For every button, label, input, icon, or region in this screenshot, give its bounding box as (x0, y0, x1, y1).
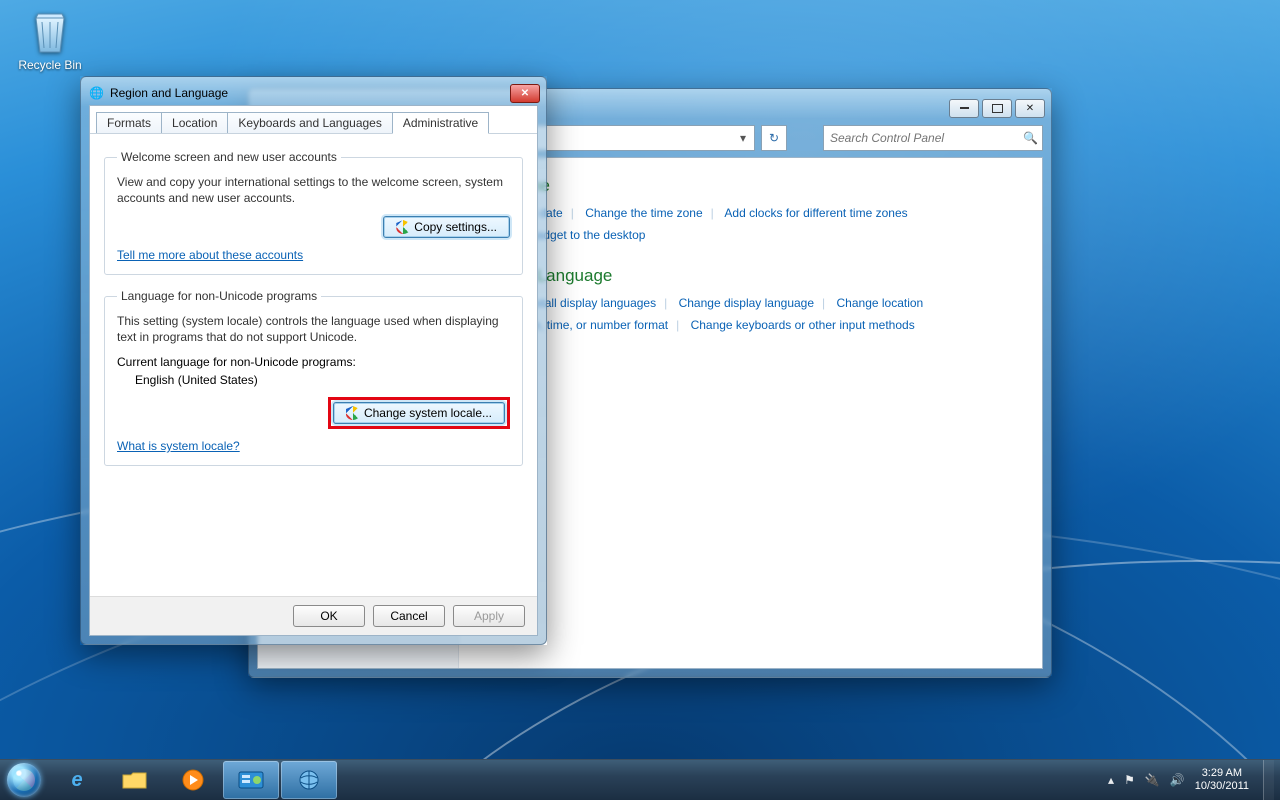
dialog-button-row: OK Cancel Apply (90, 596, 537, 635)
group-description: View and copy your international setting… (117, 174, 510, 206)
dialog-titlebar[interactable]: 🌐 Region and Language (81, 77, 546, 105)
dialog-title: Region and Language (110, 86, 228, 100)
desktop-icon-label: Recycle Bin (12, 58, 88, 72)
tab-panel-administrative: Welcome screen and new user accounts Vie… (90, 134, 537, 596)
category-title: and Time (480, 176, 1020, 196)
desktop: Recycle Bin ✕ , and Region ▾ ↻ (0, 0, 1280, 800)
clock-time: 3:29 AM (1195, 767, 1249, 780)
power-icon[interactable]: 🔌 (1145, 773, 1160, 787)
uac-shield-icon (346, 406, 360, 420)
tab-formats[interactable]: Formats (96, 112, 162, 133)
link-change-display-language[interactable]: Change display language (679, 296, 814, 310)
link-what-is-system-locale[interactable]: What is system locale? (117, 439, 240, 453)
dialog-region-language: 🌐 Region and Language Formats Location K… (80, 76, 547, 645)
search-box[interactable]: 🔍 (823, 125, 1043, 151)
refresh-button[interactable]: ↻ (761, 125, 787, 151)
link-add-clocks[interactable]: Add clocks for different time zones (724, 206, 907, 220)
close-button[interactable]: ✕ (1015, 99, 1045, 118)
ok-button[interactable]: OK (293, 605, 365, 627)
volume-icon[interactable]: 🔊 (1170, 773, 1185, 787)
close-button[interactable] (510, 84, 540, 103)
taskbar: e ▴ ⚑ 🔌 🔊 3:29 A (0, 759, 1280, 800)
ie-icon: e (62, 768, 92, 792)
cancel-button[interactable]: Cancel (373, 605, 445, 627)
link-tell-me-more[interactable]: Tell me more about these accounts (117, 248, 303, 262)
current-locale-value: English (United States) (135, 373, 510, 387)
show-desktop-button[interactable] (1263, 760, 1274, 800)
taskbar-control-panel[interactable] (223, 761, 279, 799)
taskbar-clock[interactable]: 3:29 AM 10/30/2011 (1195, 767, 1253, 793)
recycle-bin-icon (28, 6, 72, 56)
group-legend: Welcome screen and new user accounts (117, 150, 341, 164)
link-change-location[interactable]: Change location (837, 296, 924, 310)
globe-icon (294, 768, 324, 792)
category-region-language: on and Language tall or uninstall displa… (480, 266, 1020, 336)
group-description: This setting (system locale) controls th… (117, 313, 510, 345)
globe-icon: 🌐 (89, 86, 104, 100)
media-player-icon (178, 768, 208, 792)
action-center-icon[interactable]: ⚑ (1124, 773, 1135, 787)
taskbar-ie[interactable]: e (49, 761, 105, 799)
tab-location[interactable]: Location (161, 112, 228, 133)
category-title: on and Language (480, 266, 1020, 286)
tab-keyboards[interactable]: Keyboards and Languages (227, 112, 392, 133)
window-buttons: ✕ (949, 99, 1045, 118)
taskbar-explorer[interactable] (107, 761, 163, 799)
start-button[interactable] (0, 760, 48, 800)
system-tray: ▴ ⚑ 🔌 🔊 3:29 AM 10/30/2011 (1098, 760, 1280, 800)
chevron-down-icon[interactable]: ▾ (734, 131, 752, 145)
change-system-locale-button[interactable]: Change system locale... (333, 402, 505, 424)
group-non-unicode: Language for non-Unicode programs This s… (104, 289, 523, 466)
link-change-time-zone[interactable]: Change the time zone (585, 206, 702, 220)
clock-date: 10/30/2011 (1195, 780, 1249, 793)
search-icon: 🔍 (1023, 131, 1038, 145)
apply-button[interactable]: Apply (453, 605, 525, 627)
search-input[interactable] (828, 130, 1023, 146)
folder-icon (120, 768, 150, 792)
category-date-time: and Time e time and date| Change the tim… (480, 176, 1020, 246)
link-change-keyboards[interactable]: Change keyboards or other input methods (691, 318, 915, 332)
copy-settings-button[interactable]: Copy settings... (383, 216, 510, 238)
control-panel-icon (236, 768, 266, 792)
taskbar-media-player[interactable] (165, 761, 221, 799)
group-legend: Language for non-Unicode programs (117, 289, 321, 303)
show-hidden-icons-button[interactable]: ▴ (1108, 773, 1114, 787)
annotation-highlight: Change system locale... (328, 397, 510, 429)
minimize-button[interactable] (949, 99, 979, 118)
group-welcome-screen: Welcome screen and new user accounts Vie… (104, 150, 523, 275)
tab-strip: Formats Location Keyboards and Languages… (90, 106, 537, 134)
windows-logo-icon (7, 763, 41, 797)
current-locale-label: Current language for non-Unicode program… (117, 355, 510, 369)
uac-shield-icon (396, 220, 410, 234)
desktop-icon-recycle-bin[interactable]: Recycle Bin (12, 6, 88, 72)
tab-administrative[interactable]: Administrative (392, 112, 489, 134)
maximize-button[interactable] (982, 99, 1012, 118)
taskbar-region-language[interactable] (281, 761, 337, 799)
